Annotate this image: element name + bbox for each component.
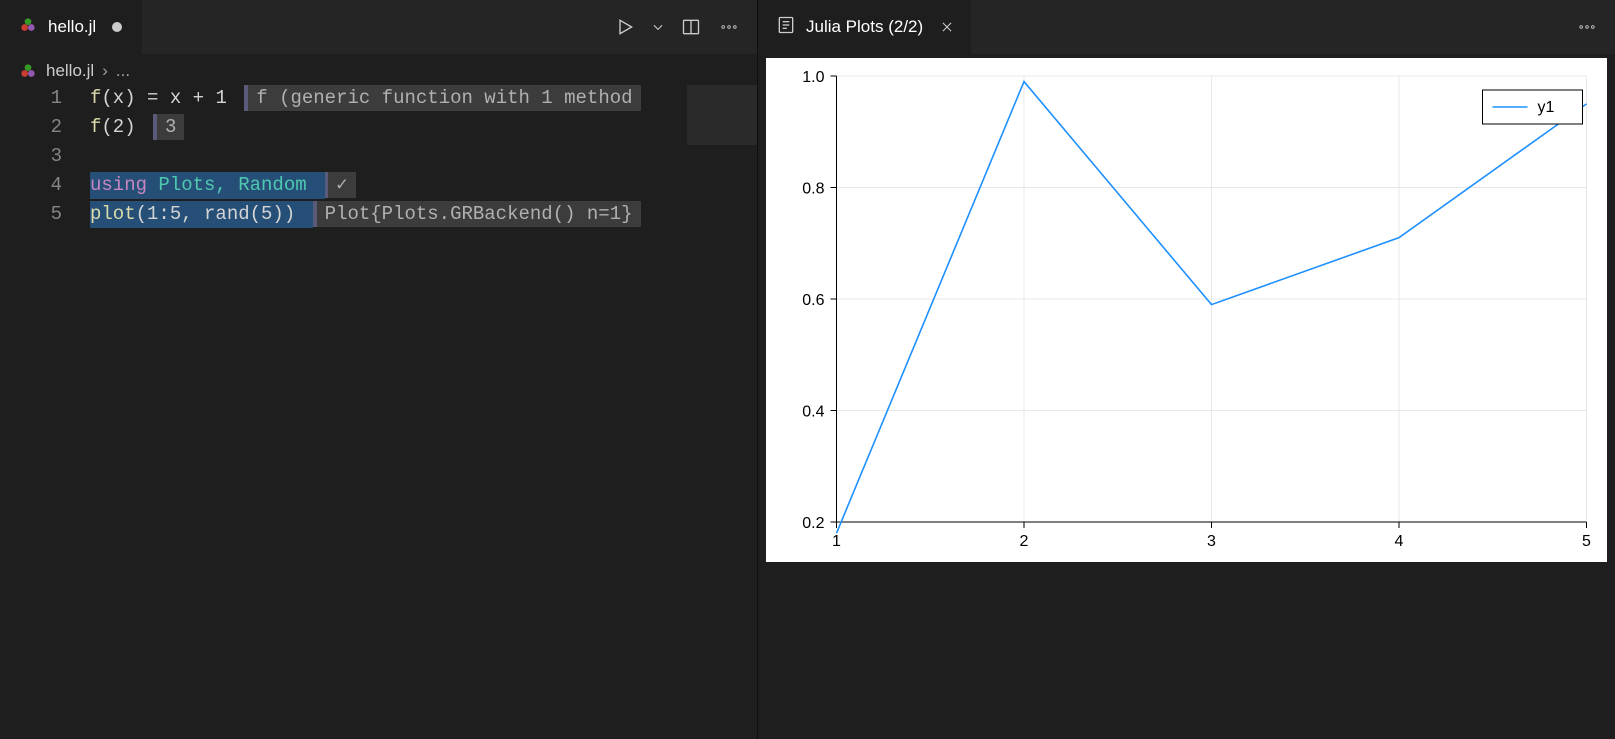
tab-filename: hello.jl (48, 17, 96, 37)
svg-text:5: 5 (1582, 533, 1591, 550)
editor-actions (613, 15, 757, 39)
preview-icon (776, 15, 796, 40)
breadcrumb-file: hello.jl (46, 61, 94, 81)
dirty-indicator-icon (112, 22, 122, 32)
breadcrumb-sep: › (102, 61, 108, 81)
svg-text:0.6: 0.6 (802, 292, 824, 309)
line-gutter: 1 2 3 4 5 (0, 84, 90, 739)
line-number: 1 (0, 84, 62, 113)
editor-tab[interactable]: hello.jl (0, 0, 142, 54)
svg-text:0.4: 0.4 (802, 404, 824, 421)
minimap-slider[interactable] (687, 85, 757, 145)
inline-result[interactable]: 3 (153, 114, 184, 140)
line-number: 3 (0, 142, 62, 171)
inline-result[interactable]: ✓ (324, 172, 355, 198)
plot-tab-bar: Julia Plots (2/2) (758, 0, 1615, 54)
julia-file-icon (18, 15, 38, 40)
code-content: f(x) = x + 1 f (generic function with 1 … (90, 84, 757, 739)
svg-text:3: 3 (1207, 533, 1216, 550)
run-menu-chevron-icon[interactable] (651, 15, 665, 39)
inline-result[interactable]: Plot{Plots.GRBackend() n=1} (313, 201, 641, 227)
more-actions-button[interactable] (1575, 15, 1599, 39)
julia-file-icon (18, 61, 38, 81)
svg-text:1.0: 1.0 (802, 69, 824, 86)
close-icon[interactable] (937, 17, 957, 37)
more-actions-button[interactable] (717, 15, 741, 39)
svg-text:0.8: 0.8 (802, 181, 824, 198)
code-editor[interactable]: 1 2 3 4 5 f(x) = x + 1 f (generic functi… (0, 84, 757, 739)
breadcrumb-tail: ... (116, 61, 130, 81)
plot-pane: Julia Plots (2/2) 1 2 3 4 5 0.2 0.4 0.6 0.8 1.0 y1 (758, 0, 1615, 739)
line-number: 5 (0, 200, 62, 229)
run-button[interactable] (613, 15, 637, 39)
editor-tab-bar: hello.jl (0, 0, 757, 54)
breadcrumb[interactable]: hello.jl › ... (0, 54, 757, 84)
code-line[interactable]: f(2) 3 (90, 113, 757, 142)
svg-text:4: 4 (1395, 533, 1404, 550)
code-line[interactable]: f(x) = x + 1 f (generic function with 1 … (90, 84, 757, 113)
inline-result[interactable]: f (generic function with 1 method (244, 85, 640, 111)
line-number: 4 (0, 171, 62, 200)
plot-tab[interactable]: Julia Plots (2/2) (758, 0, 971, 54)
svg-text:y1: y1 (1538, 99, 1555, 116)
split-editor-button[interactable] (679, 15, 703, 39)
editor-pane: hello.jl hello.jl › ... 1 (0, 0, 758, 739)
code-line[interactable]: using Plots, Random ✓ (90, 171, 757, 200)
code-line[interactable]: plot(1:5, rand(5)) Plot{Plots.GRBackend(… (90, 200, 757, 229)
plot-canvas[interactable]: 1 2 3 4 5 0.2 0.4 0.6 0.8 1.0 y1 (766, 58, 1607, 562)
svg-text:0.2: 0.2 (802, 515, 824, 532)
plot-tab-title: Julia Plots (2/2) (806, 17, 923, 37)
line-chart: 1 2 3 4 5 0.2 0.4 0.6 0.8 1.0 y1 (766, 58, 1607, 562)
svg-text:1: 1 (832, 533, 841, 550)
plot-pane-actions (1575, 15, 1615, 39)
line-number: 2 (0, 113, 62, 142)
svg-text:2: 2 (1020, 533, 1029, 550)
code-line[interactable] (90, 142, 757, 171)
